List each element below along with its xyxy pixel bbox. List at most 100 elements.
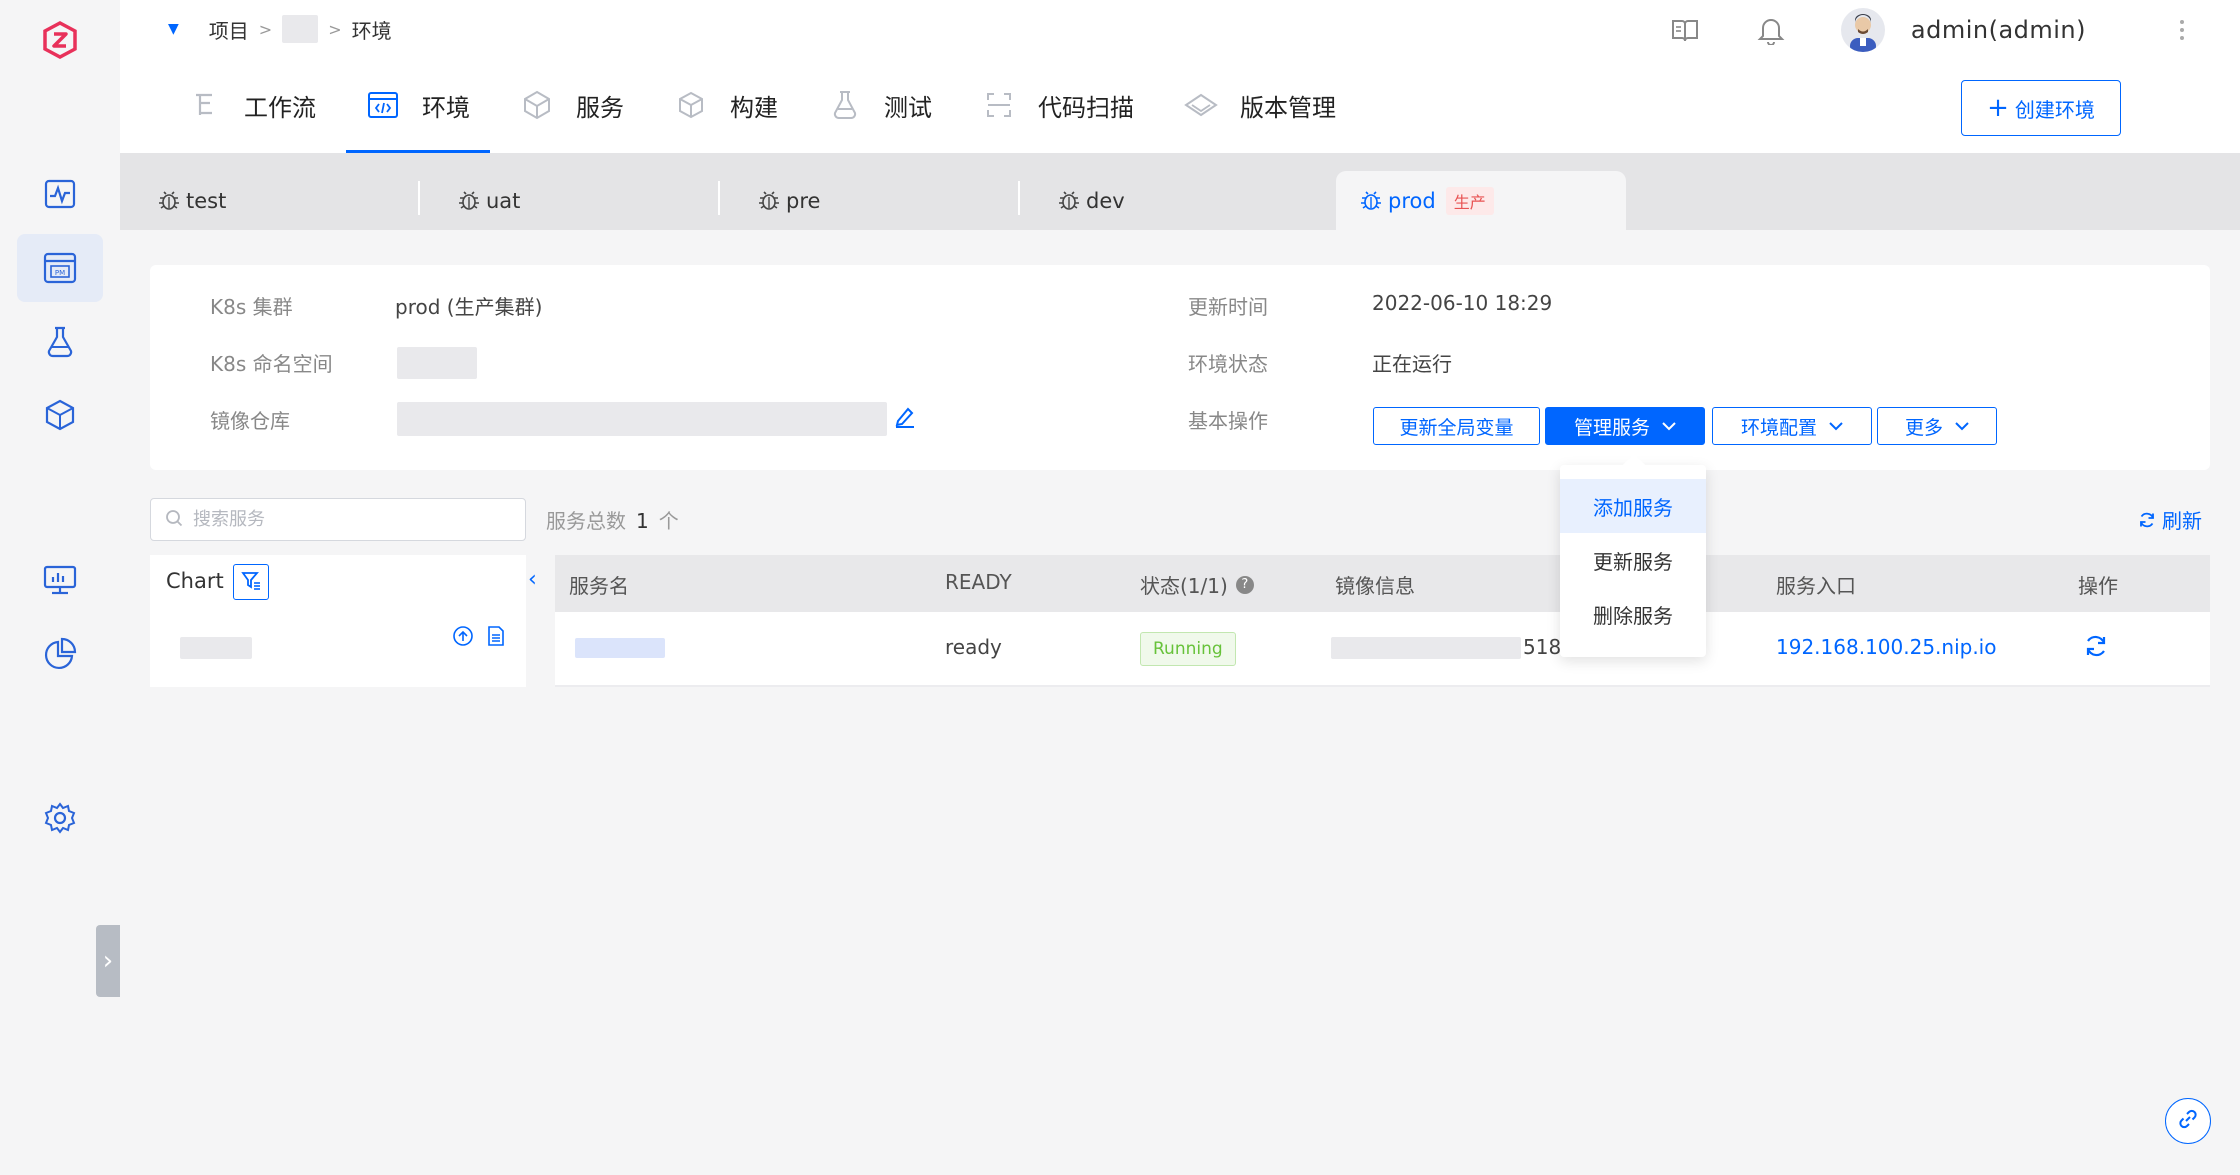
more-vertical-icon[interactable]: [2166, 14, 2198, 46]
tab-test[interactable]: 测试: [808, 80, 952, 130]
service-total-count: 1: [636, 509, 649, 533]
notification-bell-icon[interactable]: [1755, 14, 1787, 46]
filter-icon: [240, 569, 262, 595]
nav-test-flask-icon[interactable]: [17, 308, 103, 376]
breadcrumb-env: 环境: [351, 18, 392, 43]
cluster-value: prod (生产集群): [395, 295, 543, 319]
collapse-panel-chevron-left-icon[interactable]: ‹: [528, 567, 537, 592]
refresh-button[interactable]: 刷新: [2138, 505, 2202, 534]
chart-panel-title: Chart: [166, 569, 224, 593]
update-global-vars-button[interactable]: 更新全局变量: [1373, 407, 1540, 445]
search-icon: [165, 509, 183, 531]
tab-label: 服务: [576, 93, 624, 122]
tab-build[interactable]: 构建: [654, 80, 798, 130]
create-environment-label: 创建环境: [2014, 97, 2095, 122]
status-running-badge: Running: [1140, 632, 1236, 666]
tab-version[interactable]: 版本管理: [1164, 80, 1356, 130]
env-tab-pre[interactable]: pre: [720, 171, 1020, 230]
registry-label: 镜像仓库: [210, 409, 290, 433]
more-button[interactable]: 更多: [1877, 407, 1997, 445]
document-icon[interactable]: [486, 625, 506, 651]
tab-code-scan[interactable]: 代码扫描: [962, 80, 1154, 130]
nav-project-icon[interactable]: PM: [17, 234, 103, 302]
nav-settings-gear-icon[interactable]: [17, 784, 103, 852]
breadcrumb-project[interactable]: 项目: [209, 15, 249, 44]
nav-monitor-icon[interactable]: [17, 160, 103, 228]
cell-image-suffix: 518: [1523, 635, 1562, 659]
button-label: 环境配置: [1740, 416, 1817, 439]
environment-tabs: test uat pre dev prod 生产: [120, 153, 2240, 230]
floating-link-button[interactable]: [2165, 1098, 2211, 1144]
help-question-icon[interactable]: ?: [1235, 575, 1254, 594]
registry-value-redacted: [397, 402, 887, 436]
row-divider: [555, 685, 2210, 687]
upload-circle-icon[interactable]: [452, 625, 474, 651]
env-tab-label: prod: [1388, 188, 1436, 213]
bug-icon: [758, 190, 780, 211]
plus-icon: +: [1987, 93, 2009, 123]
menu-item-add-service[interactable]: 添加服务: [1560, 479, 1706, 533]
header-image: 镜像信息: [1335, 574, 1415, 598]
chart-name-redacted[interactable]: [180, 637, 252, 659]
service-table: 服务名 READY 状态(1/1) ? 镜像信息 服务入口 操作 ready R…: [555, 555, 2210, 687]
service-entry-link[interactable]: 192.168.100.25.nip.io: [1776, 635, 1996, 659]
tab-environment[interactable]: 环境: [346, 80, 490, 153]
service-name-link-redacted[interactable]: [575, 638, 665, 658]
service-search-box: [150, 498, 526, 541]
header-ready: READY: [945, 570, 1012, 594]
project-switch-caret-icon[interactable]: ▼: [168, 21, 179, 37]
restart-sync-icon[interactable]: [2083, 633, 2109, 663]
menu-item-update-service[interactable]: 更新服务: [1560, 533, 1706, 587]
env-tab-test[interactable]: test: [120, 171, 420, 230]
build-icon: [674, 88, 708, 122]
left-nav: PM ›: [0, 0, 120, 1175]
table-header-row: 服务名 READY 状态(1/1) ? 镜像信息 服务入口 操作: [555, 555, 2210, 612]
cell-ready: ready: [945, 635, 1002, 659]
environment-icon: [366, 88, 400, 122]
header-actions: admin(admin): [1669, 0, 2240, 60]
breadcrumb-separator: >: [258, 19, 273, 39]
bug-icon: [158, 190, 180, 211]
module-tabs: 工作流 环境 服务 构建 测试 代码扫描 版本管理: [168, 80, 1366, 153]
breadcrumb-separator: >: [328, 19, 342, 39]
refresh-icon: [2138, 511, 2156, 529]
top-header: ▼ 项目 > > 环境 admin(admin) 工作流 环境 服务 构建 测试…: [120, 0, 2240, 153]
sidebar-expand-chevron-icon[interactable]: ›: [96, 925, 120, 997]
nav-pie-chart-icon[interactable]: [17, 620, 103, 688]
namespace-label: K8s 命名空间: [210, 352, 333, 376]
breadcrumb: ▼ 项目 > > 环境: [168, 14, 392, 44]
docs-book-icon[interactable]: [1669, 14, 1701, 46]
user-avatar[interactable]: [1840, 8, 1885, 52]
username[interactable]: admin(admin): [1911, 16, 2086, 44]
tab-service[interactable]: 服务: [500, 80, 644, 130]
env-tab-prod[interactable]: prod 生产: [1336, 171, 1626, 230]
env-tab-label: pre: [786, 188, 821, 213]
edit-pencil-icon[interactable]: [892, 403, 918, 433]
brand-logo-icon[interactable]: [40, 20, 80, 60]
breadcrumb-project-name-redacted[interactable]: [282, 15, 319, 43]
env-tab-label: test: [186, 188, 227, 213]
tab-workflow[interactable]: 工作流: [168, 80, 336, 130]
filter-button[interactable]: [233, 564, 269, 600]
production-badge: 生产: [1445, 186, 1494, 215]
button-label: 更多: [1904, 416, 1943, 439]
manage-services-button[interactable]: 管理服务: [1545, 407, 1705, 445]
service-total-unit: 个: [658, 509, 679, 533]
service-total: 服务总数 1 个: [546, 505, 679, 534]
workflow-icon: [188, 88, 222, 122]
chart-panel: Chart ‹: [150, 555, 537, 687]
create-environment-button[interactable]: + 创建环境: [1961, 80, 2121, 136]
nav-dashboard-icon[interactable]: [17, 546, 103, 614]
env-tab-uat[interactable]: uat: [420, 171, 720, 230]
app-root: PM › ▼ 项目 > > 环境 admin(admin) 工作流 环境 服务 …: [0, 0, 2240, 1175]
env-tab-dev[interactable]: dev: [1020, 171, 1320, 230]
header-status: 状态(1/1) ?: [1140, 570, 1254, 599]
status-value: 正在运行: [1372, 352, 1452, 376]
menu-item-delete-service[interactable]: 删除服务: [1560, 587, 1706, 641]
ops-label: 基本操作: [1188, 409, 1268, 433]
test-flask-icon: [828, 88, 862, 122]
tab-label: 工作流: [244, 93, 316, 122]
nav-artifact-icon[interactable]: [17, 382, 103, 450]
service-search-input[interactable]: [193, 509, 493, 530]
env-config-button[interactable]: 环境配置: [1712, 407, 1872, 445]
